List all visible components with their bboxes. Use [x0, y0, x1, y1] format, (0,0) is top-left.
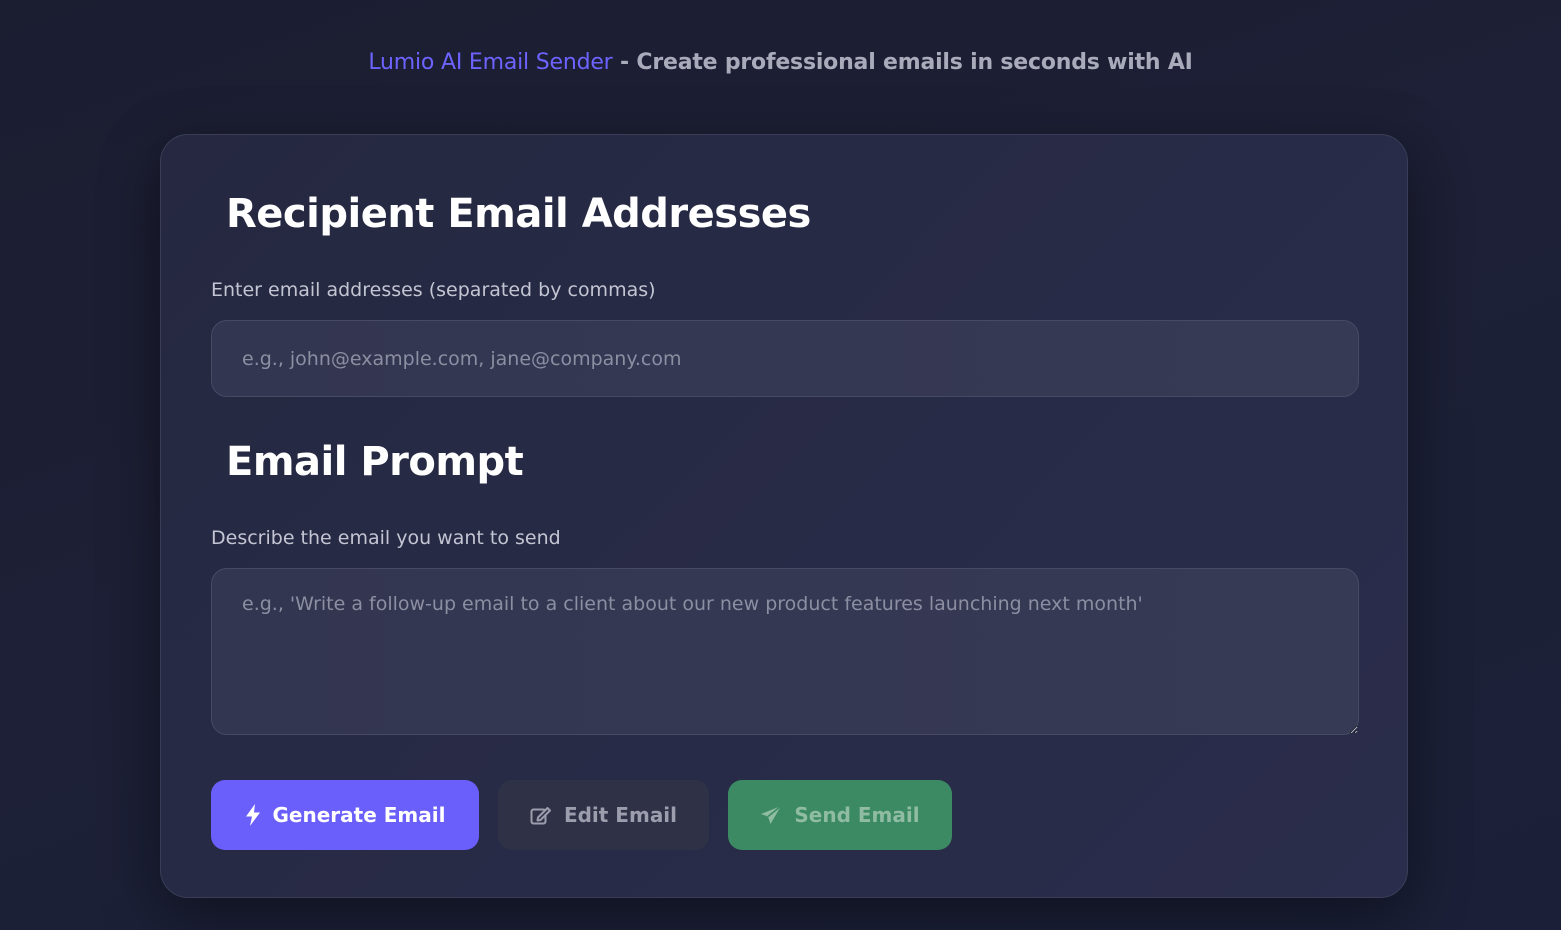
recipients-title: Recipient Email Addresses	[226, 191, 811, 237]
generate-email-label: Generate Email	[272, 803, 446, 827]
recipients-label: Enter email addresses (separated by comm…	[211, 279, 656, 301]
edit-email-label: Edit Email	[563, 803, 678, 827]
edit-email-button[interactable]: Edit Email	[498, 780, 709, 850]
send-email-button[interactable]: Send Email	[728, 780, 952, 850]
header-banner: Lumio AI Email Sender - Create professio…	[0, 50, 1561, 75]
prompt-title: Email Prompt	[226, 439, 524, 485]
brand-name: Lumio AI Email Sender	[368, 50, 613, 75]
tagline: - Create professional emails in seconds …	[612, 50, 1193, 75]
bolt-icon	[245, 804, 261, 826]
edit-icon	[530, 805, 552, 825]
prompt-label: Describe the email you want to send	[211, 527, 561, 549]
recipients-input[interactable]	[211, 320, 1359, 397]
prompt-textarea[interactable]	[211, 568, 1359, 735]
send-email-label: Send Email	[794, 803, 920, 827]
paper-plane-icon	[760, 805, 782, 825]
email-composer-card: Recipient Email Addresses Enter email ad…	[160, 134, 1408, 898]
generate-email-button[interactable]: Generate Email	[211, 780, 479, 850]
